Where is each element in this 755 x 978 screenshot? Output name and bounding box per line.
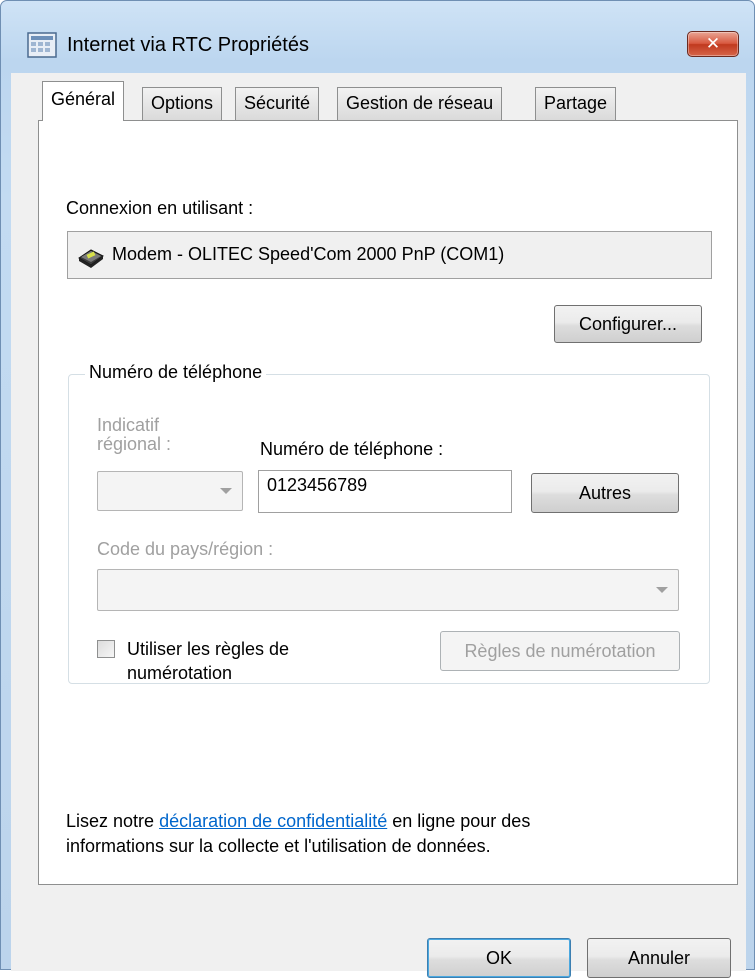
chevron-down-icon: [220, 488, 232, 494]
dialog-window: Internet via RTC Propriétés ✕ Général Op…: [0, 0, 755, 978]
close-icon: ✕: [705, 34, 721, 53]
tab-networking[interactable]: Gestion de réseau: [337, 87, 503, 120]
use-dialing-rules-label: Utiliser les règles de numérotation: [127, 639, 290, 683]
device-name: Modem - OLITEC Speed'Com 2000 PnP (COM1): [112, 244, 505, 264]
tab-options-label: Options: [151, 93, 214, 113]
phone-number-value: 0123456789: [267, 475, 368, 495]
ok-button-label: OK: [485, 948, 512, 968]
tab-security[interactable]: Sécurité: [235, 87, 320, 120]
dialing-rules-button-label: Règles de numérotation: [464, 641, 656, 661]
configure-button-label: Configurer...: [578, 314, 678, 334]
cancel-button-label: Annuler: [627, 948, 691, 968]
device-list[interactable]: Modem - OLITEC Speed'Com 2000 PnP (COM1): [67, 231, 712, 279]
ok-button[interactable]: OK: [427, 938, 571, 978]
tab-options[interactable]: Options: [142, 87, 223, 120]
privacy-statement: Lisez notre déclaration de confidentiali…: [66, 809, 626, 859]
tab-sharing[interactable]: Partage: [535, 87, 617, 120]
dialing-rules-button[interactable]: Règles de numérotation: [440, 631, 680, 671]
phone-number-input[interactable]: 0123456789: [258, 470, 512, 513]
alternates-button[interactable]: Autres: [531, 473, 679, 513]
phone-number-label: Numéro de téléphone :: [260, 439, 444, 459]
area-code-label: Indicatif régional :: [97, 415, 172, 454]
tab-general-label: Général: [51, 89, 116, 109]
country-code-label: Code du pays/région :: [97, 539, 274, 559]
modem-icon: [78, 249, 104, 268]
connect-using-label: Connexion en utilisant :: [66, 198, 254, 218]
chevron-down-icon: [656, 587, 668, 593]
use-dialing-rules-checkbox[interactable]: [97, 640, 115, 658]
tab-security-label: Sécurité: [244, 93, 311, 113]
area-code-dropdown[interactable]: [97, 471, 243, 511]
configure-button[interactable]: Configurer...: [554, 305, 702, 343]
tab-general[interactable]: Général: [42, 81, 125, 121]
general-tab-panel: Connexion en utilisant : Modem - OLITEC …: [38, 120, 738, 885]
network-connection-icon: [27, 32, 57, 58]
tab-networking-label: Gestion de réseau: [346, 93, 494, 113]
title-bar[interactable]: Internet via RTC Propriétés ✕: [1, 1, 754, 73]
cancel-button[interactable]: Annuler: [587, 938, 731, 978]
phone-number-group-legend: Numéro de téléphone: [85, 362, 267, 383]
close-button[interactable]: ✕: [687, 31, 739, 57]
privacy-text-before: Lisez notre: [66, 811, 160, 831]
privacy-link[interactable]: déclaration de confidentialité: [159, 811, 387, 831]
alternates-button-label: Autres: [578, 483, 632, 503]
tab-sharing-label: Partage: [544, 93, 608, 113]
window-title: Internet via RTC Propriétés: [67, 34, 309, 56]
dialog-client-area: Général Options Sécurité Gestion de rése…: [11, 73, 746, 978]
country-code-dropdown[interactable]: [97, 569, 679, 611]
